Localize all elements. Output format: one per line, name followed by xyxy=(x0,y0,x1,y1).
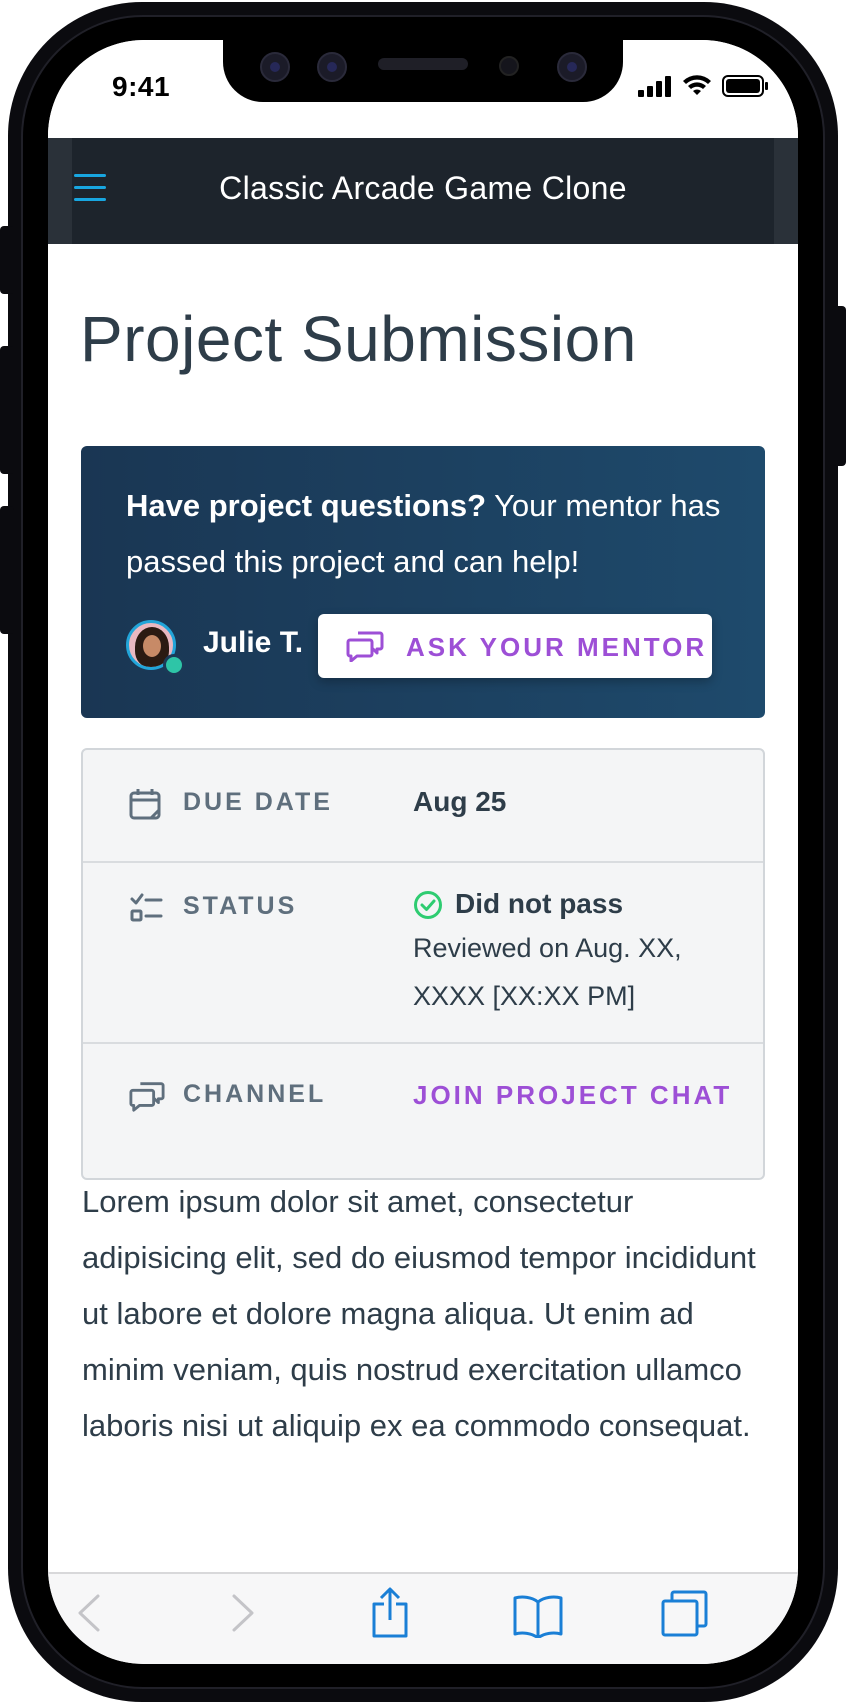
mentor-message: Have project questions? Your mentor has … xyxy=(126,478,726,590)
due-date-label: DUE DATE xyxy=(183,788,333,816)
volume-down-button xyxy=(0,506,14,634)
join-project-chat-link[interactable]: JOIN PROJECT CHAT xyxy=(413,1080,732,1111)
volume-up-button xyxy=(0,346,14,474)
earpiece-speaker xyxy=(378,58,468,70)
share-icon[interactable] xyxy=(370,1586,410,1638)
project-description: Lorem ipsum dolor sit amet, consectetur … xyxy=(82,1184,756,1443)
face-id-camera-icon xyxy=(317,52,347,82)
chat-bubbles-icon xyxy=(346,631,384,662)
mentor-card: Have project questions? Your mentor has … xyxy=(81,446,765,718)
status-icons xyxy=(638,74,768,98)
ask-mentor-button[interactable]: ASK YOUR MENTOR xyxy=(318,614,712,678)
mentor-question: Have project questions? xyxy=(126,488,487,523)
proximity-sensor xyxy=(499,56,519,76)
battery-icon xyxy=(722,75,768,97)
power-button xyxy=(832,306,846,466)
browser-toolbar xyxy=(48,1572,798,1664)
app-header: Classic Arcade Game Clone xyxy=(48,138,798,244)
status-time: 9:41 xyxy=(112,71,171,102)
row-divider xyxy=(83,861,763,863)
channel-label: CHANNEL xyxy=(183,1080,327,1108)
chat-bubbles-icon xyxy=(129,1082,165,1112)
front-camera-icon xyxy=(260,52,290,82)
tabs-icon[interactable] xyxy=(660,1590,710,1638)
status-label: STATUS xyxy=(183,892,298,920)
calendar-icon xyxy=(129,789,161,820)
phone-screen: 9:41 Classic Arcade Game Clone Project S… xyxy=(48,40,798,1664)
wifi-icon xyxy=(683,75,711,95)
row-divider xyxy=(83,1042,763,1044)
signal-icon xyxy=(638,76,671,97)
checklist-icon xyxy=(130,893,163,922)
status-value: Did not pass xyxy=(455,888,624,919)
forward-arrow-icon[interactable] xyxy=(228,1592,258,1634)
due-date-value: Aug 25 xyxy=(413,786,507,817)
mentor-name: Julie T. xyxy=(203,626,304,659)
status-bar: 9:41 xyxy=(48,40,798,138)
notch xyxy=(223,40,623,102)
bookmarks-icon[interactable] xyxy=(512,1594,564,1638)
submission-info-table: DUE DATE Aug 25 STATUS Did not pass Revi… xyxy=(81,748,765,1180)
dot-projector-icon xyxy=(557,52,587,82)
header-title: Classic Arcade Game Clone xyxy=(219,170,627,206)
back-arrow-icon[interactable] xyxy=(74,1592,104,1634)
check-circle-icon xyxy=(414,891,442,919)
page-title: Project Submission xyxy=(80,303,637,375)
silent-switch xyxy=(0,226,14,294)
ask-mentor-label: ASK YOUR MENTOR xyxy=(406,632,708,662)
online-status-icon xyxy=(163,654,185,676)
reviewed-text: Reviewed on Aug. XX, XXXX [XX:XX PM] xyxy=(413,933,682,1011)
